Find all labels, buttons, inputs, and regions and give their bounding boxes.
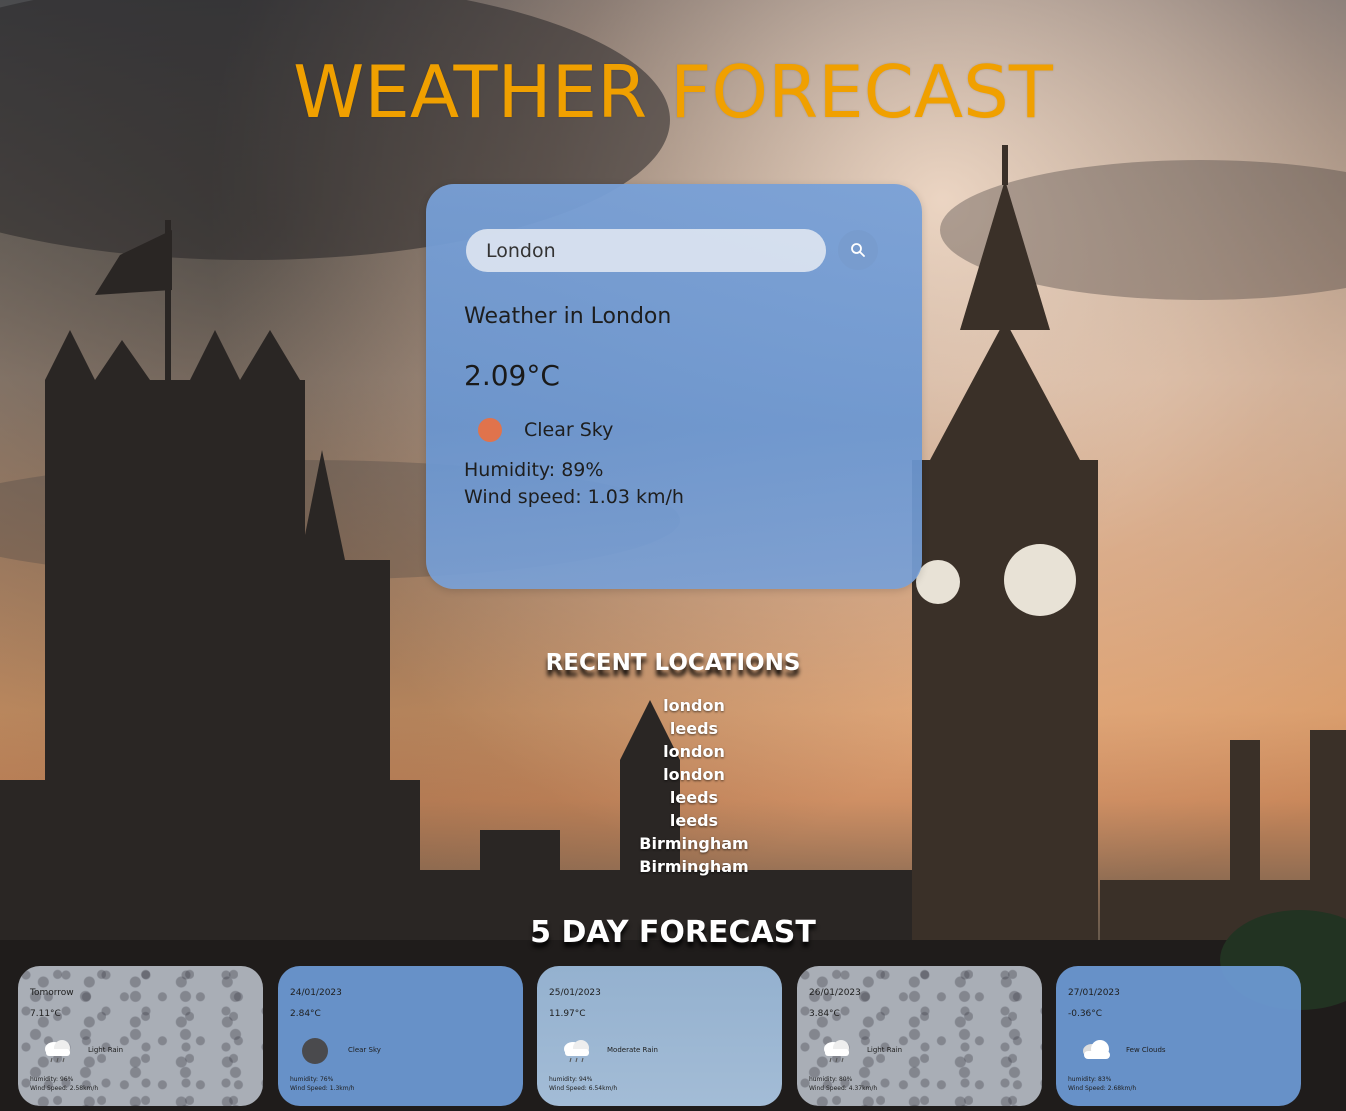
- forecast-card: 24/01/2023 2.84°C Clear Sky humidity: 76…: [278, 966, 523, 1106]
- forecast-temp: -0.36°C: [1068, 1009, 1103, 1019]
- forecast-description: Light Rain: [867, 1046, 903, 1054]
- forecast-temp: 7.11°C: [30, 1009, 61, 1019]
- recent-location-item[interactable]: leeds: [594, 809, 794, 832]
- humidity-text: Humidity: 89%: [464, 459, 604, 481]
- cloud-icon: [1083, 1040, 1110, 1059]
- search-input[interactable]: [466, 229, 826, 272]
- cloud-rain-icon: [564, 1040, 589, 1063]
- search-icon: [851, 243, 865, 257]
- current-weather-card: Weather in London 2.09°C Clear Sky Humid…: [426, 184, 922, 589]
- forecast-date: 24/01/2023: [290, 988, 342, 998]
- forecast-date: 25/01/2023: [549, 988, 601, 998]
- page-title: WEATHER FORECAST: [293, 50, 1053, 134]
- recent-locations-list: london leeds london london leeds leeds B…: [594, 694, 794, 878]
- search-button[interactable]: [838, 230, 878, 270]
- forecast-wind: Wind Speed: 4.37km/h: [809, 1085, 878, 1092]
- forecast-humidity: humidity: 80%: [809, 1076, 853, 1083]
- forecast-wind: Wind Speed: 2.68km/h: [1068, 1085, 1137, 1092]
- forecast-humidity: humidity: 76%: [290, 1076, 334, 1083]
- recent-location-item[interactable]: leeds: [594, 717, 794, 740]
- recent-location-item[interactable]: london: [594, 740, 794, 763]
- forecast-wind: Wind Speed: 1.3km/h: [290, 1085, 355, 1092]
- forecast-card: 25/01/2023 11.97°C Moderate Rain humidit…: [537, 966, 782, 1106]
- current-temperature: 2.09°C: [464, 359, 560, 392]
- forecast-date: 27/01/2023: [1068, 988, 1120, 998]
- moon-icon: [302, 1038, 328, 1064]
- cloud-rain-icon: [824, 1040, 849, 1063]
- forecast-date: 26/01/2023: [809, 988, 861, 998]
- wind-speed-text: Wind speed: 1.03 km/h: [464, 486, 684, 508]
- forecast-wind: Wind Speed: 6.54km/h: [549, 1085, 618, 1092]
- recent-location-item[interactable]: leeds: [594, 786, 794, 809]
- forecast-date: Tomorrow: [30, 988, 74, 998]
- forecast-temp: 2.84°C: [290, 1009, 321, 1019]
- forecast-card: 26/01/2023 3.84°C Light Rain humidity: 8…: [797, 966, 1042, 1106]
- recent-location-item[interactable]: london: [594, 694, 794, 717]
- sun-icon: [478, 418, 502, 442]
- forecast-humidity: humidity: 96%: [30, 1076, 74, 1083]
- condition-row: Clear Sky: [478, 418, 613, 442]
- recent-location-item[interactable]: Birmingham: [594, 855, 794, 878]
- forecast-description: Moderate Rain: [607, 1046, 658, 1054]
- forecast-description: Light Rain: [88, 1046, 124, 1054]
- forecast-temp: 3.84°C: [809, 1009, 840, 1019]
- recent-location-item[interactable]: london: [594, 763, 794, 786]
- forecast-wind: Wind Speed: 2.58km/h: [30, 1085, 99, 1092]
- weather-location-heading: Weather in London: [464, 304, 672, 329]
- recent-locations-title: RECENT LOCATIONS: [545, 650, 801, 676]
- forecast-title: 5 DAY FORECAST: [530, 915, 816, 950]
- forecast-row: Tomorrow 7.11°C Light Rain humidity: 96%…: [18, 966, 1308, 1106]
- forecast-temp: 11.97°C: [549, 1009, 586, 1019]
- cloud-rain-icon: [45, 1040, 70, 1063]
- forecast-humidity: humidity: 94%: [549, 1076, 593, 1083]
- forecast-description: Few Clouds: [1126, 1046, 1166, 1054]
- condition-text: Clear Sky: [524, 419, 614, 441]
- forecast-card: Tomorrow 7.11°C Light Rain humidity: 96%…: [18, 966, 263, 1106]
- recent-location-item[interactable]: Birmingham: [594, 832, 794, 855]
- forecast-humidity: humidity: 83%: [1068, 1076, 1112, 1083]
- forecast-card: 27/01/2023 -0.36°C Few Clouds humidity: …: [1056, 966, 1301, 1106]
- forecast-description: Clear Sky: [348, 1046, 381, 1054]
